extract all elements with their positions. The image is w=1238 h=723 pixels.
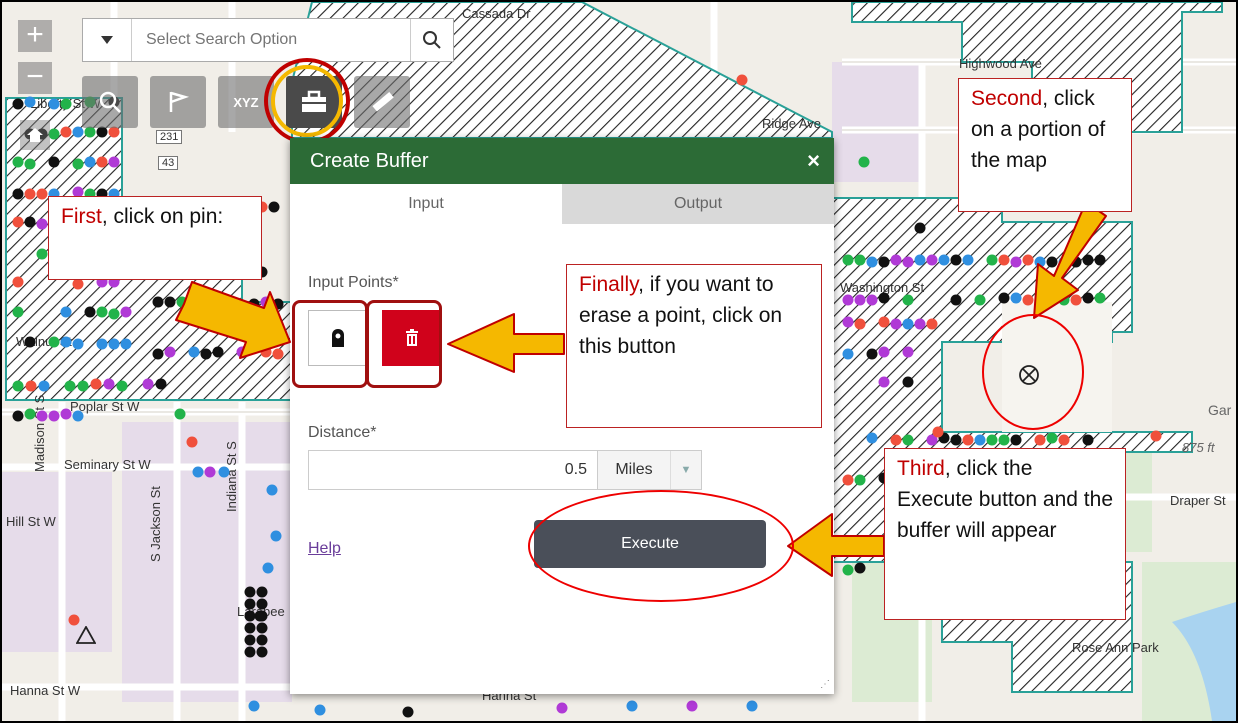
callout-finally: Finally, if you want to erase a point, c… (566, 264, 822, 428)
clear-point-marker[interactable] (1018, 364, 1040, 386)
circle-x-icon (1019, 365, 1039, 385)
callout-second-emphasis: Second (971, 87, 1043, 110)
callout-first-text: , click on pin: (101, 205, 224, 228)
triangle-marker (75, 625, 97, 649)
screenshot-frame: Highwood Ave Ridge Ave Washington St Sem… (0, 0, 1238, 723)
callout-first-emphasis: First (61, 205, 102, 228)
arrow-third (787, 513, 885, 577)
pin-button-highlight (292, 300, 368, 388)
callout-third: Third, click the Execute button and the … (884, 448, 1126, 620)
callout-third-emphasis: Third (897, 457, 945, 480)
callout-finally-emphasis: Finally (579, 273, 639, 296)
delete-button-highlight (366, 300, 442, 388)
callout-first: First, click on pin: (48, 196, 262, 280)
map-ui-overlay: Highwood Ave Ridge Ave Washington St Sem… (2, 2, 1236, 721)
callout-second: Second, click on a portion of the map (958, 78, 1132, 212)
triangle-icon (75, 625, 97, 644)
arrow-finally (447, 313, 565, 373)
arrow-second (1033, 201, 1107, 319)
arrow-first (175, 281, 291, 359)
execute-button-highlight (528, 490, 794, 602)
